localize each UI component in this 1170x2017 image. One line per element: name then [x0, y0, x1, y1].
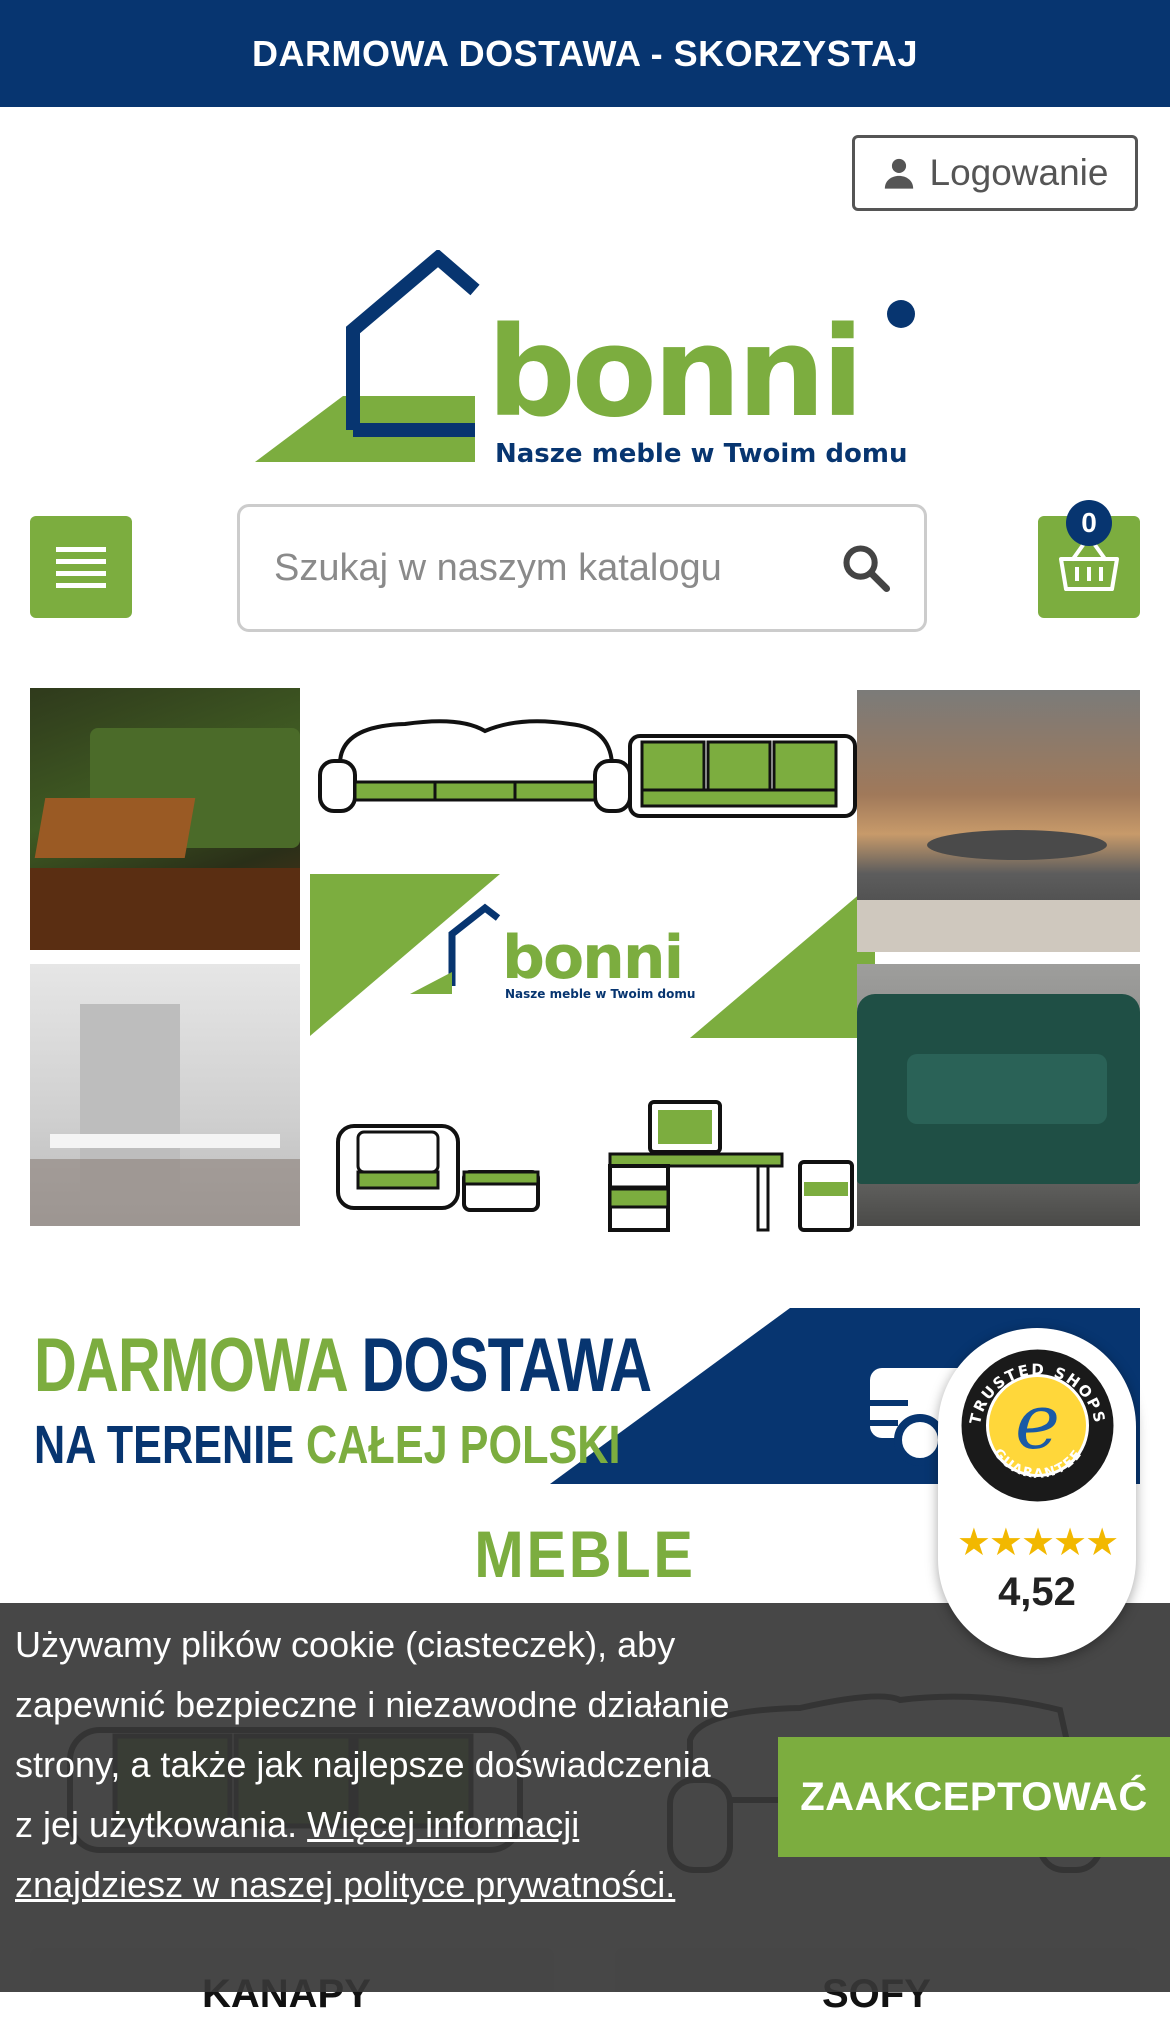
promo-text[interactable]: DARMOWA DOSTAWA - SKORZYSTAJ — [252, 33, 918, 75]
delivery-headline-blue: DOSTAWA — [361, 1323, 652, 1408]
delivery-subline: NA TERENIE CAŁEJ POLSKI — [34, 1414, 620, 1476]
photo-kitchen — [857, 690, 1140, 952]
delivery-subline-green: CAŁEJ POLSKI — [306, 1415, 621, 1475]
collage-green-triangle-right — [690, 881, 875, 1038]
menu-icon-bar — [56, 546, 106, 552]
collage-green-triangle-left — [310, 874, 500, 1036]
menu-icon-bar — [56, 570, 106, 576]
menu-button[interactable] — [30, 516, 132, 618]
login-label: Logowanie — [929, 152, 1109, 193]
menu-icon-bar — [56, 558, 106, 564]
armchair-icon — [336, 1124, 540, 1212]
photo-green-velvet-sofa — [857, 964, 1140, 1226]
logo-tagline: Nasze meble w Twoim domu — [495, 439, 908, 469]
sofa-outline-icon — [318, 719, 632, 813]
trusted-shops-seal-icon: e TRUSTED SHOPS GUARANTEE — [961, 1349, 1114, 1502]
logo-wordmark: bonni — [487, 301, 860, 445]
search-input[interactable] — [272, 545, 840, 591]
promo-bar[interactable]: DARMOWA DOSTAWA - SKORZYSTAJ — [0, 0, 1170, 107]
user-icon — [884, 158, 913, 189]
delivery-subline-blue: NA TERENIE — [34, 1415, 295, 1475]
desk-computer-icon — [608, 1100, 854, 1232]
hero-banner[interactable]: bonni Nasze meble w Twoim domu — [30, 686, 1140, 1232]
menu-icon-bar — [56, 582, 106, 588]
login-button[interactable]: Logowanie — [852, 135, 1138, 211]
rating-stars: ★★★★★ — [956, 1522, 1119, 1564]
cart-count-badge: 0 — [1066, 500, 1112, 546]
logo-dot — [887, 300, 915, 328]
basket-icon — [1059, 543, 1119, 591]
delivery-headline-green: DARMOWA — [34, 1323, 347, 1408]
site-logo[interactable]: bonni Nasze meble w Twoim domu — [255, 250, 915, 470]
accept-cookies-button[interactable]: ZAAKCEPTOWAĆ — [778, 1737, 1170, 1857]
logo-green-triangle — [255, 396, 343, 462]
collage-house-icon — [448, 903, 501, 986]
svg-text:e: e — [1015, 1377, 1060, 1466]
search-icon[interactable] — [840, 542, 892, 594]
search-box — [237, 504, 927, 632]
collage-logo-wordmark: bonni — [502, 923, 682, 993]
photo-dining-room — [30, 964, 300, 1226]
delivery-headline: DARMOWA DOSTAWA — [34, 1322, 652, 1409]
photo-green-sofa-table — [30, 688, 300, 950]
sofa-green-icon — [628, 734, 857, 818]
rating-value: 4,52 — [998, 1570, 1076, 1614]
logo-collage: bonni Nasze meble w Twoim domu — [310, 719, 875, 1232]
cookie-message: Używamy plików cookie (ciasteczek), aby … — [15, 1615, 735, 1915]
collage-logo-tagline: Nasze meble w Twoim domu — [505, 987, 695, 1001]
